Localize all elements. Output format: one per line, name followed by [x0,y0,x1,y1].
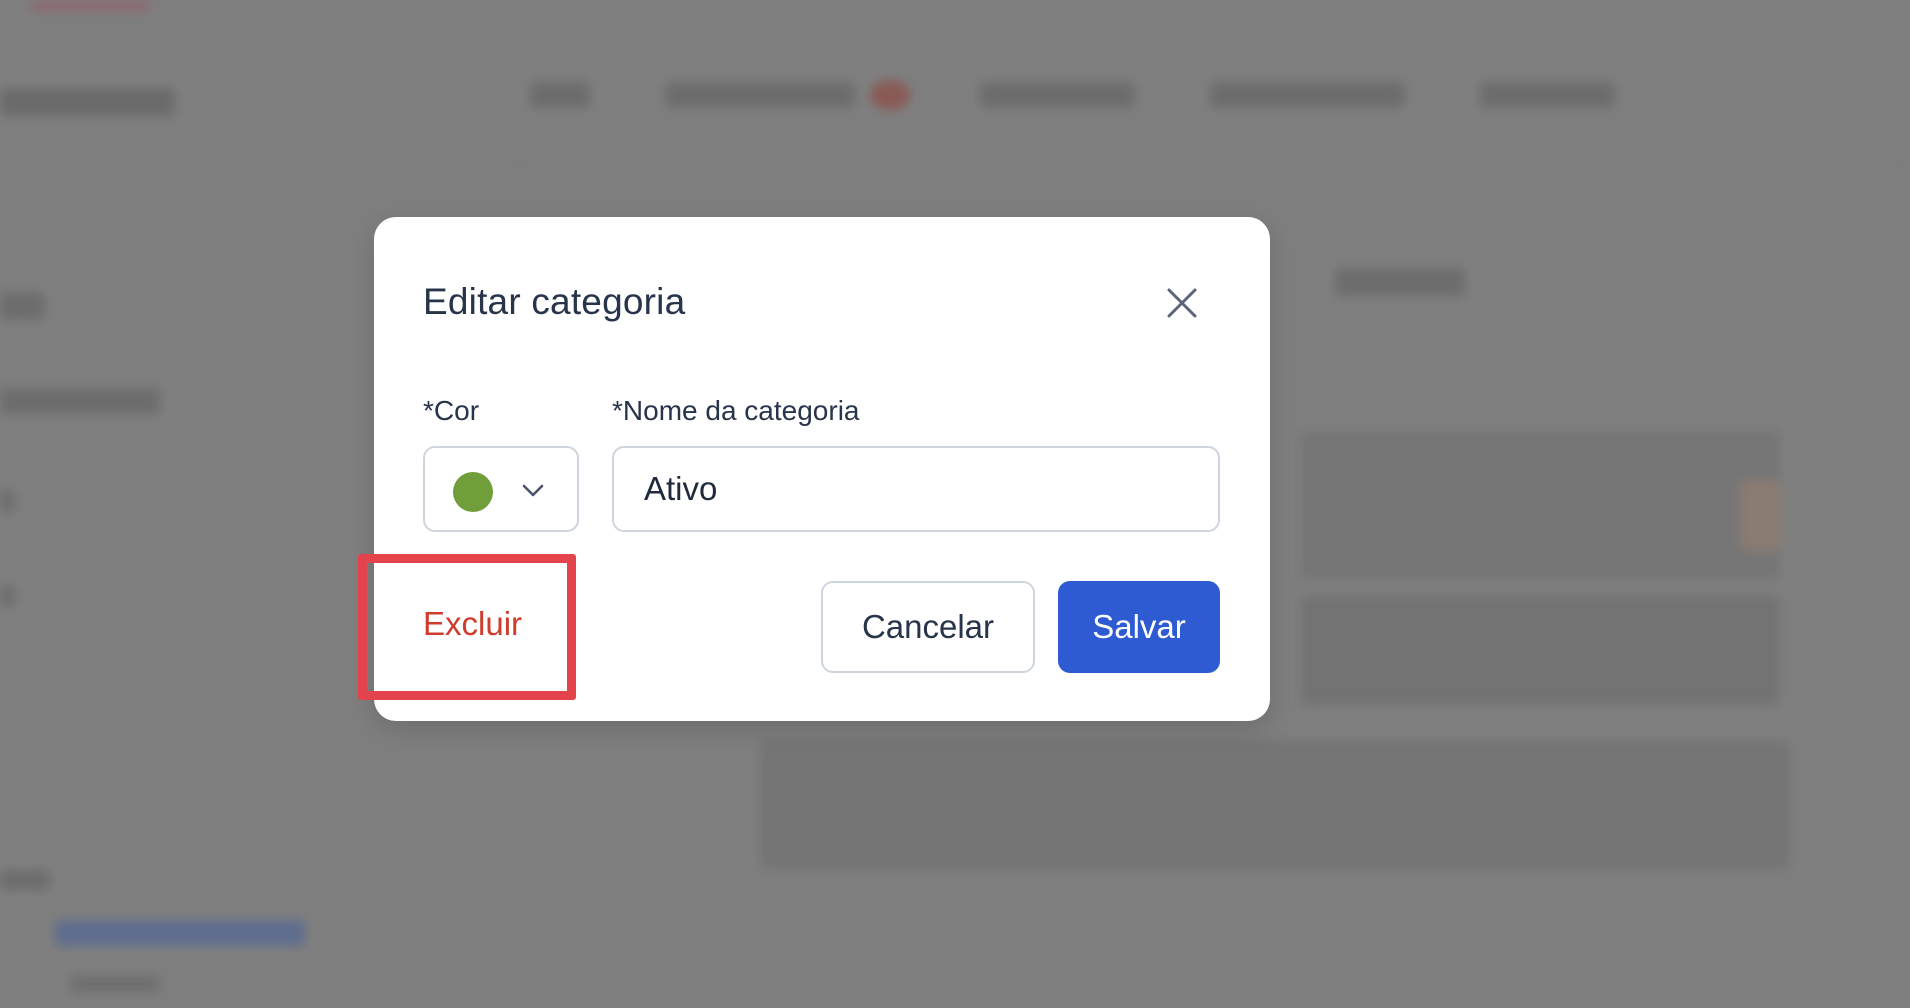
bg-nav-tab [980,82,1135,108]
bg-sidebar-text [0,870,50,890]
bg-nav-tab [1480,82,1615,108]
bg-sidebar-link [55,920,305,946]
bg-logo [30,0,150,12]
cancel-button[interactable]: Cancelar [821,581,1035,673]
bg-nav-badge [870,80,910,110]
bg-header-text [1335,268,1465,296]
close-button[interactable] [1162,283,1202,323]
category-name-input[interactable] [612,446,1220,532]
bg-sidebar-text [0,585,15,607]
save-button[interactable]: Salvar [1058,581,1220,673]
chevron-down-icon [522,484,544,497]
required-mark: * [423,395,434,426]
bg-accent [1740,480,1780,550]
bg-sidebar-text [70,975,160,993]
bg-grid [1300,595,1780,705]
category-name-label: *Nome da categoria [612,395,859,427]
color-swatch [453,472,493,512]
bg-divider [510,162,1910,164]
required-mark: * [612,395,623,426]
bg-grid [1300,430,1780,580]
highlight-box [358,554,576,700]
bg-app-name [0,88,175,116]
color-label-text: Cor [433,395,480,426]
bg-sidebar-text [0,490,15,512]
bg-sidebar-text [0,388,160,414]
close-icon [1167,288,1197,318]
bg-sidebar-text [0,292,45,320]
dialog-title: Editar categoria [423,281,686,322]
category-name-label-text: Nome da categoria [622,395,860,426]
bg-nav-tab [530,82,590,108]
bg-nav-tab [665,82,855,108]
color-label: *Cor [423,395,479,427]
color-select[interactable] [423,446,579,532]
bg-nav-tab [1210,82,1405,108]
bg-grid [760,740,1790,870]
